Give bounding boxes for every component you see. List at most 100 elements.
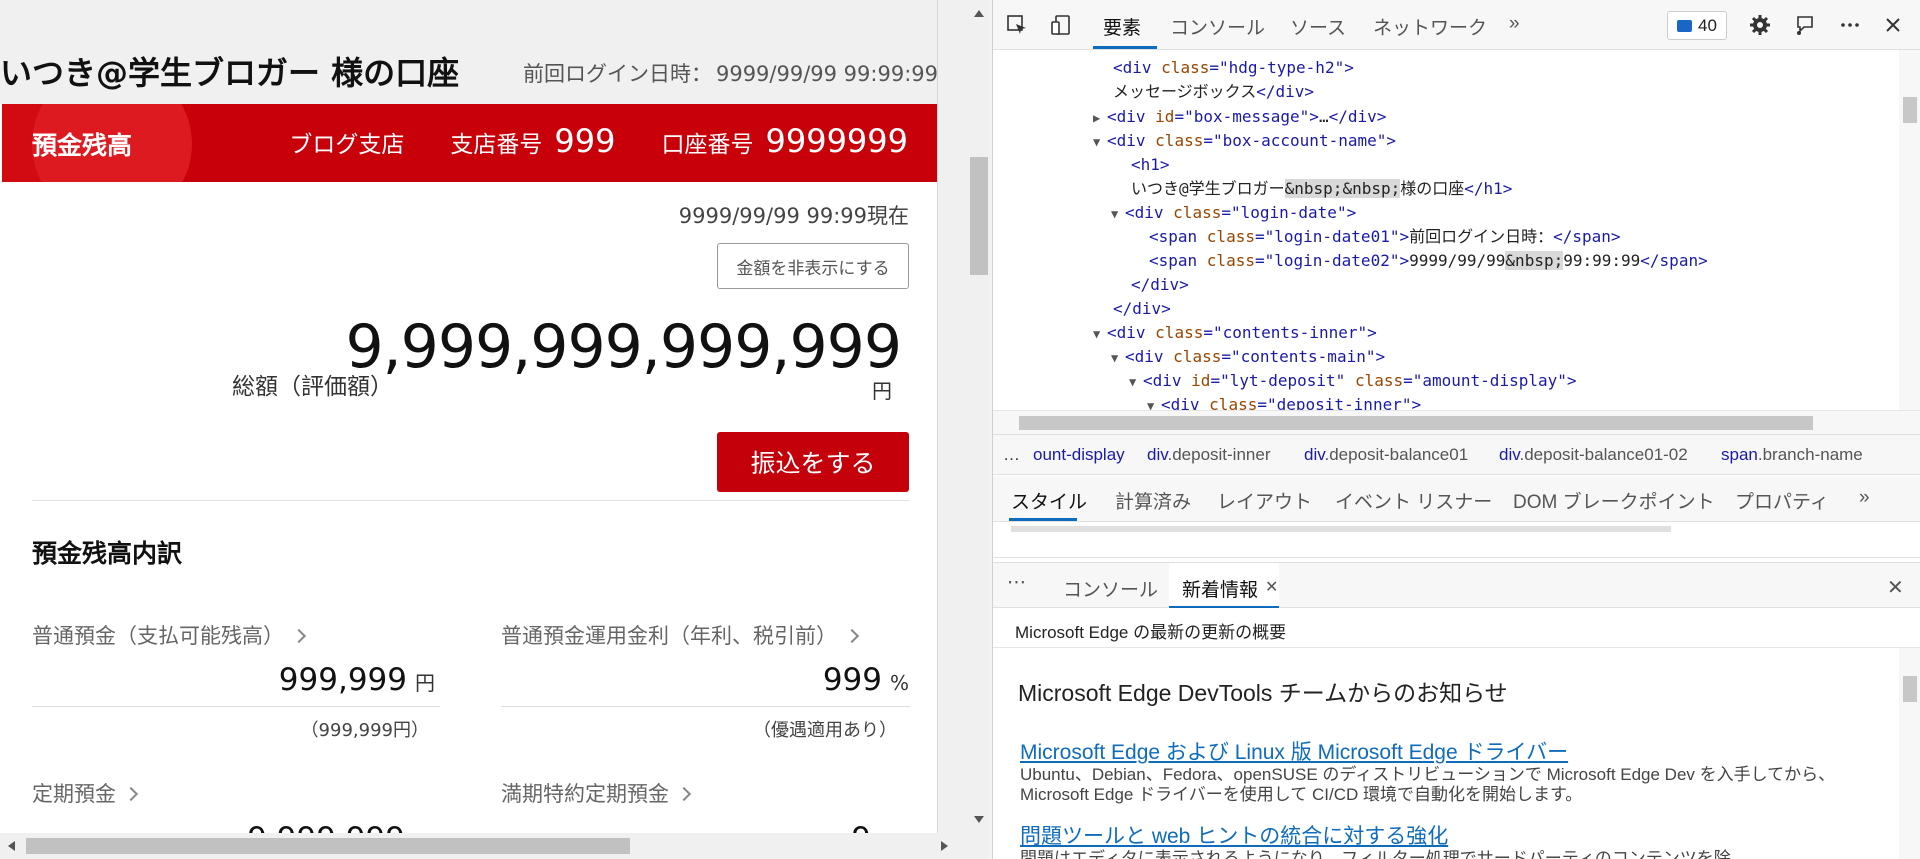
inspect-element-icon[interactable] [1005,13,1029,37]
ordinary-deposit-link[interactable]: 普通預金（支払可能残高） [32,620,307,650]
news-description: Ubuntu、Debian、Fedora、openSUSE のディストリビューシ… [1020,765,1836,804]
tab-sources[interactable]: ソース [1290,13,1346,40]
news-link[interactable]: 問題ツールと web ヒントの統合に対する強化 [1020,820,1448,850]
dom-node[interactable]: いつき@学生ブロガー&nbsp;&nbsp;様の口座</h1> [1131,177,1512,201]
interest-rate-label: 普通預金運用金利（年利、税引前） [501,624,837,648]
dom-node[interactable]: <span class="login-date02">9999/99/99&nb… [1149,249,1708,273]
gear-icon[interactable] [1748,13,1772,37]
interest-rate-value: 999% [823,662,909,698]
login-date: 前回ログイン日時： 9999/99/99 99:99:99 [523,58,938,88]
tab-styles[interactable]: スタイル [1011,487,1087,514]
dom-node[interactable]: ▼ <div class="box-account-name"> [1093,129,1396,153]
more-tabs-button[interactable]: » [1859,487,1870,509]
device-emulation-icon[interactable] [1049,13,1073,37]
time-deposit-value: 9,999,999 [247,821,405,833]
branch-number-label: 支店番号 [450,132,543,158]
tab-layout[interactable]: レイアウト [1217,487,1312,514]
scroll-thumb[interactable] [1903,676,1917,702]
breadcrumb-item[interactable]: span.branch-name [1721,445,1863,465]
dom-tree[interactable]: <div class="hdg-type-h2"> メッセージボックス</div… [993,50,1899,412]
scroll-thumb[interactable] [1019,416,1813,430]
scroll-thumb[interactable] [1011,526,1671,532]
login-date-value: 9999/99/99 99:99:99 [715,62,938,86]
dom-node[interactable]: ▼ <div id="lyt-deposit" class="amount-dis… [1129,369,1577,393]
time-deposit-link[interactable]: 定期預金 [32,778,139,808]
chevron-right-icon [676,786,692,802]
chevron-right-icon [123,786,139,802]
news-description: 問題はエディタに表示されるようになり、フィルター処理でサードパーティのコンテンツ… [1020,849,1731,859]
dom-node[interactable]: </div> [1113,297,1171,321]
more-tabs-button[interactable]: » [1509,13,1520,35]
hide-amount-button[interactable]: 金額を非表示にする [717,243,909,289]
dom-node[interactable]: ▼ <div class="contents-main"> [1111,345,1385,369]
issues-count: 40 [1698,15,1717,35]
maturity-deposit-link[interactable]: 満期特約定期預金 [501,778,692,808]
tab-computed[interactable]: 計算済み [1115,487,1191,514]
active-tab-indicator [1093,46,1157,49]
dom-node[interactable]: ▼ <div class="login-date"> [1111,201,1356,225]
tab-elements[interactable]: 要素 [1103,13,1141,40]
ordinary-deposit-label: 普通預金（支払可能残高） [32,624,284,648]
scroll-right-icon[interactable] [941,841,948,851]
devtools-panel: 要素 コンソール ソース ネットワーク » 40 <div class="hdg… [992,0,1920,859]
scroll-up-icon[interactable] [974,10,984,17]
account-number: 口座番号 9999999 [661,122,908,160]
drawer-header: Microsoft Edge の最新の更新の概要 [993,608,1920,648]
balance-bar: 預金残高 ブログ支店 支店番号 999 口座番号 9999999 [2,104,937,182]
dom-node[interactable]: ▶ <div id="box-message">…</div> [1093,105,1386,129]
page-horizontal-scrollbar[interactable] [0,833,968,859]
interest-rate-amount: 999 [822,662,882,698]
feedback-icon[interactable] [1793,13,1817,37]
dom-node[interactable]: <h1> [1131,153,1170,177]
interest-rate-link[interactable]: 普通預金運用金利（年利、税引前） [501,620,860,650]
breadcrumb-more[interactable]: … [1003,445,1020,465]
tab-dom-breakpoints[interactable]: DOM ブレークポイント [1513,487,1715,514]
dom-node[interactable]: メッセージボックス</div> [1113,80,1314,104]
scroll-thumb[interactable] [26,838,630,854]
tab-properties[interactable]: プロパティ [1735,487,1829,514]
chevron-right-icon [844,628,860,644]
breadcrumb-item[interactable]: div.deposit-inner [1147,445,1271,465]
dom-horizontal-scrollbar[interactable] [993,410,1920,434]
breadcrumb-item[interactable]: ount-display [1033,445,1125,465]
news-title: Microsoft Edge DevTools チームからのお知らせ [1018,680,1508,706]
page-vertical-scrollbar[interactable] [968,0,990,833]
tab-console[interactable]: コンソール [1170,13,1265,40]
branch-name: ブログ支店 [289,132,405,158]
scroll-thumb[interactable] [970,157,988,275]
dom-node[interactable]: <div class="hdg-type-h2"> [1113,56,1354,80]
browser-page-pane: いつき@学生ブロガー 様の口座 前回ログイン日時： 9999/99/99 99:9… [0,0,990,859]
dom-node[interactable]: <span class="login-date01">前回ログイン日時：</sp… [1149,225,1621,249]
close-drawer-icon[interactable]: ✕ [1887,575,1904,600]
scroll-left-icon[interactable] [8,841,15,851]
breadcrumb-item[interactable]: div.deposit-balance01 [1304,445,1468,465]
transfer-button[interactable]: 振込をする [717,432,909,492]
dom-vertical-scrollbar[interactable] [1899,50,1920,412]
drawer-more-icon[interactable]: ⋯ [1007,571,1026,594]
total-unit: 円 [872,379,892,403]
ordinary-deposit-sub: （999,999円） [300,720,429,741]
tab-event-listeners[interactable]: イベント リスナー [1335,487,1492,514]
active-tab-indicator [1009,518,1077,521]
branch-number-value: 999 [554,122,616,160]
issues-badge[interactable]: 40 [1667,11,1727,40]
drawer-tab-console[interactable]: コンソール [1063,575,1158,602]
page-header: いつき@学生ブロガー 様の口座 前回ログイン日時： 9999/99/99 99:9… [0,0,938,104]
chevron-right-icon [291,628,307,644]
maturity-deposit-value: 9 [851,821,871,833]
news-vertical-scrollbar[interactable] [1899,648,1920,859]
close-icon[interactable] [1881,13,1905,37]
drawer-tab-whats-new-label: 新着情報 [1182,580,1259,601]
breadcrumb-item[interactable]: div.deposit-balance01-02 [1499,445,1688,465]
close-icon[interactable]: ✕ [1265,577,1278,597]
whats-new-content: Microsoft Edge DevTools チームからのお知らせ Micro… [993,648,1899,859]
scroll-thumb[interactable] [1903,97,1917,123]
styles-tabs: スタイル 計算済み レイアウト イベント リスナー DOM ブレークポイント プ… [993,476,1920,522]
scroll-down-icon[interactable] [974,816,984,823]
news-link[interactable]: Microsoft Edge および Linux 版 Microsoft Edg… [1020,736,1568,766]
dom-node[interactable]: ▼ <div class="contents-inner"> [1093,321,1377,345]
divider [32,706,440,707]
tab-network[interactable]: ネットワーク [1373,13,1487,40]
dom-node[interactable]: </div> [1131,273,1189,297]
more-options-icon[interactable] [1838,13,1862,37]
